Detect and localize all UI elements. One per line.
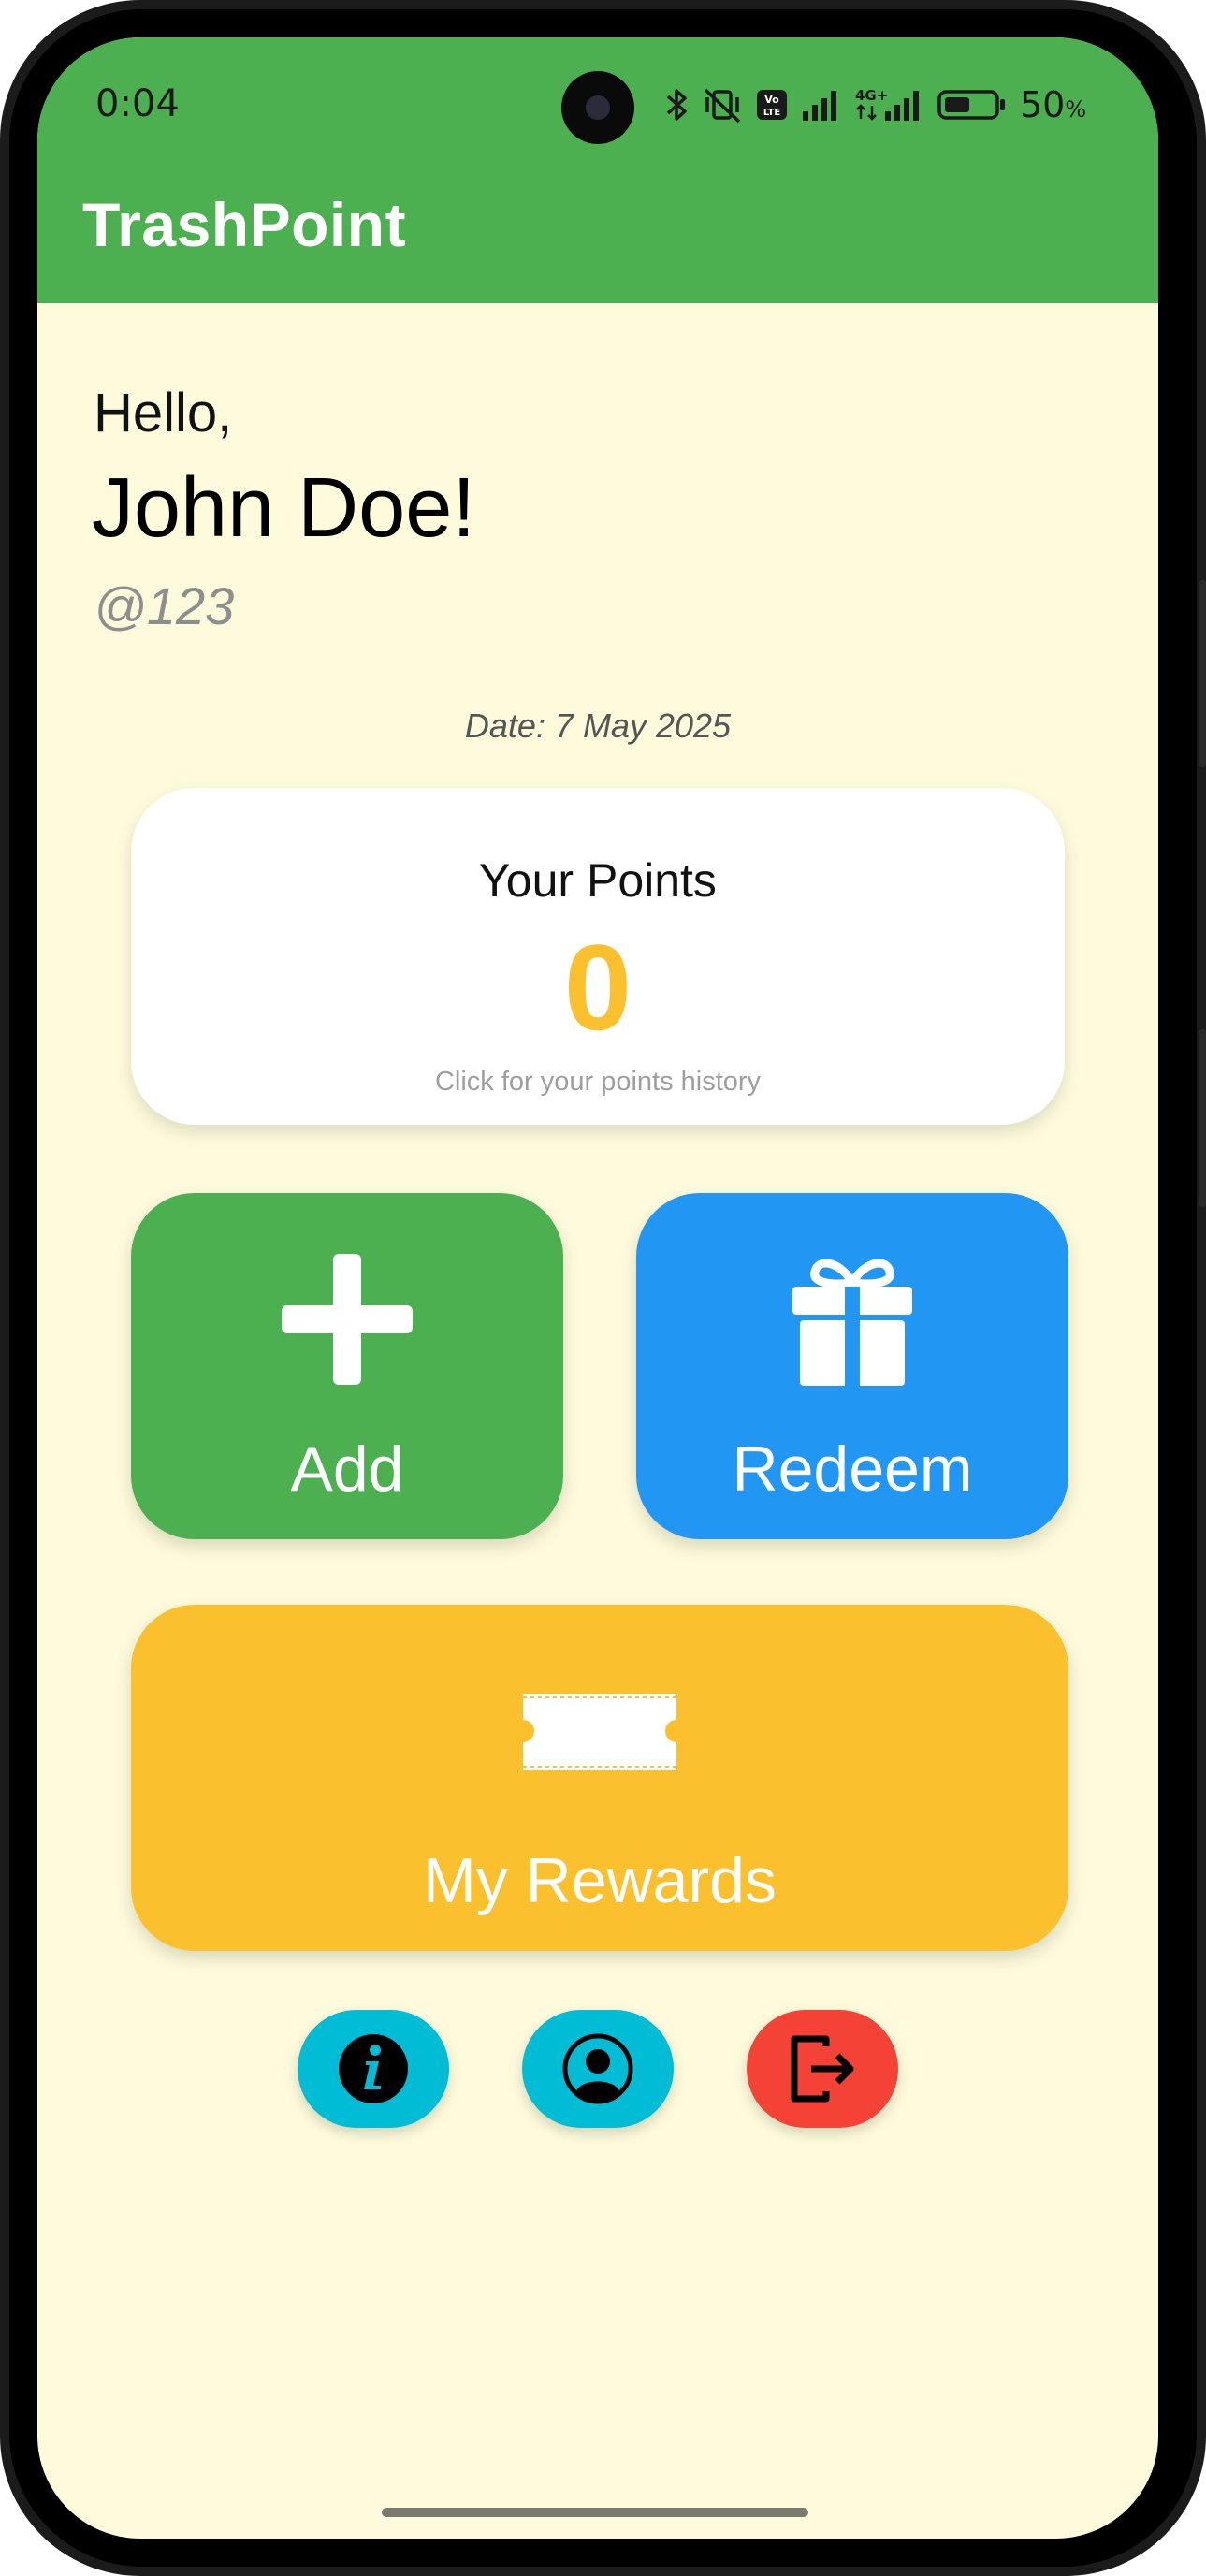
volume-button [1199,580,1206,767]
points-card[interactable]: Your Points 0 Click for your points hist… [131,788,1065,1125]
volte-bottom-text: LTE [763,108,781,118]
status-bar: 0:04 Vo LTE 4G+ 50% [37,37,1158,178]
volte-top-text: Vo [764,94,779,106]
logout-icon [791,2035,854,2103]
info-icon [339,2034,408,2103]
front-camera [561,71,634,144]
battery-unit: % [1065,96,1087,123]
my-rewards-button[interactable]: My Rewards [131,1605,1068,1951]
add-button[interactable]: Add [131,1193,563,1539]
app-screen: 0:04 Vo LTE 4G+ 50% TrashPoint Hello, Jo… [37,37,1158,2539]
phone-frame: 0:04 Vo LTE 4G+ 50% TrashPoint Hello, Jo… [0,0,1206,2576]
battery-icon [937,90,1005,120]
home-indicator[interactable] [382,2508,808,2517]
greeting-hello: Hello, [94,383,233,444]
redeem-label: Redeem [732,1434,973,1505]
signal-icon [803,91,836,121]
app-title: TrashPoint [82,190,407,259]
current-date: Date: 7 May 2025 [464,706,732,745]
points-title: Your Points [479,854,717,907]
app-bar: 0:04 Vo LTE 4G+ 50% TrashPoint [37,37,1158,303]
logout-button[interactable] [747,2010,898,2128]
mute-vibrate-icon [704,88,741,124]
signal-4g-icon: 4G+ [855,87,919,121]
plus-icon [282,1254,413,1385]
network-type-label: 4G+ [855,87,888,104]
user-handle: @123 [94,576,235,635]
add-label: Add [290,1434,404,1505]
my-rewards-label: My Rewards [423,1845,777,1916]
ticket-icon [523,1694,676,1770]
points-value: 0 [563,919,632,1055]
battery-level: 50 [1020,84,1066,125]
info-button[interactable] [298,2010,449,2128]
battery-percentage: 50% [1020,84,1086,125]
user-name: John Doe! [92,461,476,555]
status-icons: Vo LTE 4G+ 50% [664,84,1086,125]
gift-icon [792,1259,912,1386]
status-time: 0:04 [95,82,180,125]
volte-icon: Vo LTE [757,90,787,120]
points-history-hint: Click for your points history [434,1067,762,1097]
redeem-button[interactable]: Redeem [636,1193,1068,1539]
power-button [1199,1029,1206,1207]
bluetooth-icon [666,89,687,121]
profile-button[interactable] [522,2010,674,2128]
account-circle-icon [562,2033,633,2104]
